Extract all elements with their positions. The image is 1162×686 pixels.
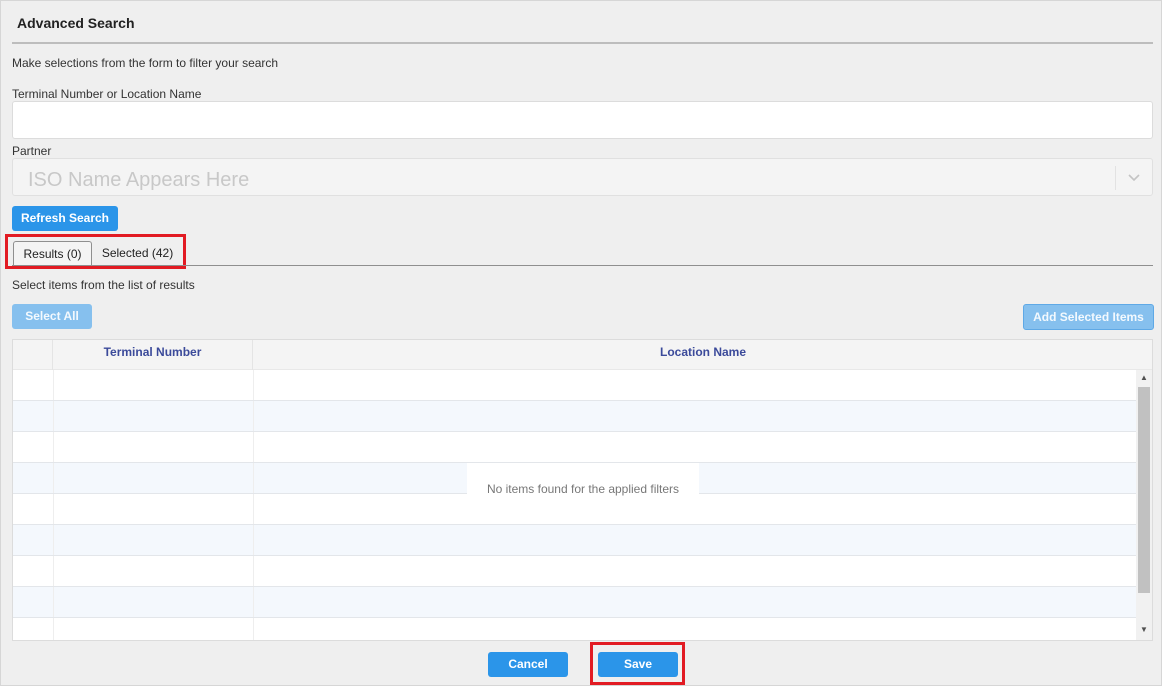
- scrollbar-thumb[interactable]: [1138, 387, 1150, 593]
- table-row: [13, 587, 1136, 618]
- partner-select[interactable]: ISO Name Appears Here: [12, 158, 1153, 196]
- advanced-search-dialog: Advanced Search Make selections from the…: [0, 0, 1162, 686]
- table-row: [13, 370, 1136, 401]
- table-row: [13, 525, 1136, 556]
- add-selected-items-button[interactable]: Add Selected Items: [1023, 304, 1154, 330]
- table-row: [13, 618, 1136, 640]
- save-button[interactable]: Save: [598, 652, 678, 677]
- tab-results[interactable]: Results (0): [13, 241, 92, 266]
- terminal-field-label: Terminal Number or Location Name: [12, 87, 202, 101]
- column-header-terminal-number[interactable]: Terminal Number: [53, 340, 253, 370]
- grid-header: Terminal Number Location Name: [13, 340, 1152, 370]
- terminal-search-input[interactable]: [12, 101, 1153, 139]
- cancel-button[interactable]: Cancel: [488, 652, 568, 677]
- table-row: [13, 401, 1136, 432]
- form-instructions: Make selections from the form to filter …: [12, 56, 279, 70]
- results-grid: Terminal Number Location Name No items f…: [12, 339, 1153, 641]
- grid-body: No items found for the applied filters: [13, 370, 1136, 640]
- select-divider: [1115, 166, 1116, 190]
- partner-field-label: Partner: [12, 144, 52, 158]
- table-row: [13, 432, 1136, 463]
- table-row: [13, 556, 1136, 587]
- scroll-down-arrow-icon[interactable]: ▼: [1136, 622, 1152, 638]
- results-instructions: Select items from the list of results: [12, 278, 195, 292]
- select-column-header[interactable]: [13, 340, 53, 370]
- empty-results-message: No items found for the applied filters: [467, 463, 699, 503]
- dialog-title: Advanced Search: [17, 15, 135, 31]
- partner-select-value: ISO Name Appears Here: [28, 169, 250, 191]
- scroll-up-arrow-icon[interactable]: ▲: [1136, 370, 1152, 386]
- tab-selected[interactable]: Selected (42): [95, 241, 180, 266]
- chevron-down-icon[interactable]: [1125, 168, 1143, 186]
- refresh-search-button[interactable]: Refresh Search: [12, 206, 118, 231]
- title-divider: [12, 42, 1153, 44]
- select-all-button[interactable]: Select All: [12, 304, 92, 329]
- grid-scrollbar[interactable]: ▲ ▼: [1136, 370, 1152, 640]
- column-header-location-name[interactable]: Location Name: [253, 340, 1152, 370]
- tabs-divider: [12, 265, 1153, 266]
